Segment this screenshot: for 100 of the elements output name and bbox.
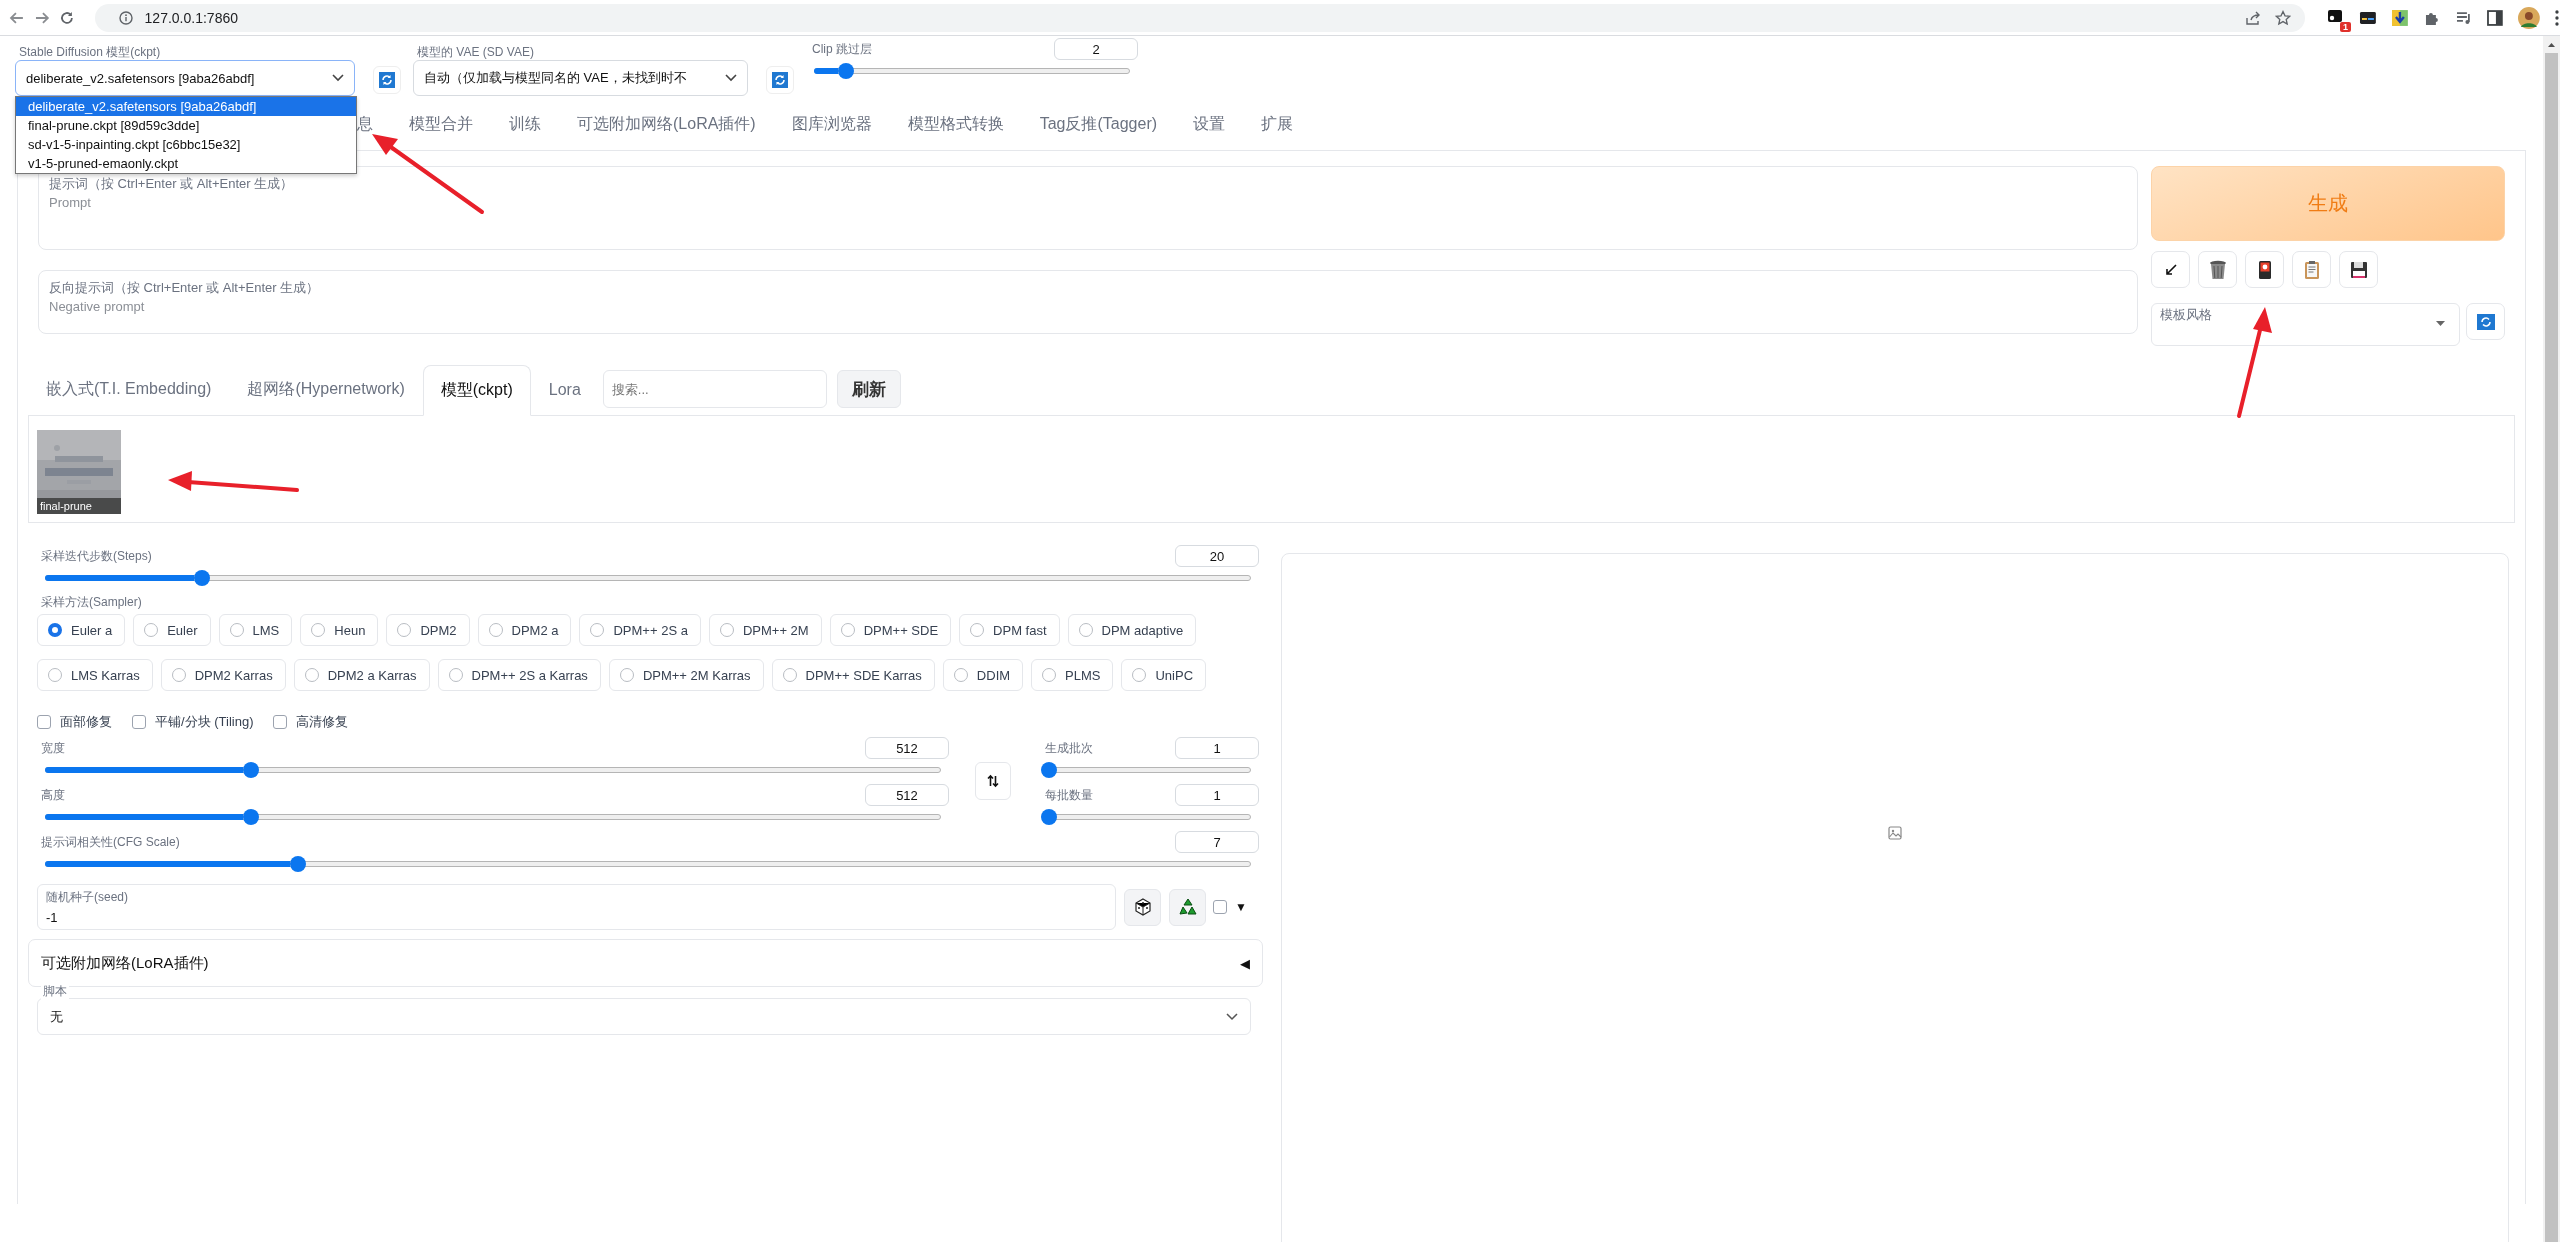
number-input[interactable]: 20 [1175, 545, 1259, 567]
radio-button[interactable] [590, 623, 605, 637]
model-card[interactable]: final-prune [37, 430, 121, 514]
tab[interactable]: 设置 [1175, 104, 1244, 144]
radio-option[interactable]: UniPC [1121, 659, 1207, 691]
number-input[interactable]: 7 [1175, 831, 1259, 853]
radio-button[interactable] [171, 668, 186, 682]
swap-button[interactable] [975, 762, 1011, 800]
radio-option[interactable]: DPM2 a [477, 614, 572, 646]
radio-option[interactable]: Heun [300, 614, 379, 646]
expand-toggle[interactable]: ▼ [1235, 900, 1247, 914]
radio-option[interactable]: Euler a [37, 614, 126, 646]
star-icon[interactable] [2275, 9, 2292, 26]
prompt-input[interactable]: Prompt [49, 193, 2127, 215]
radio-option[interactable]: DPM++ 2S a [579, 614, 701, 646]
reuse-seed-button[interactable] [1169, 888, 1206, 926]
slider-thumb[interactable] [1041, 809, 1057, 825]
radio-option[interactable]: DPM++ SDE Karras [771, 659, 935, 691]
radio-option[interactable]: LMS [218, 614, 293, 646]
tab[interactable]: 扩展 [1243, 104, 1312, 144]
radio-button[interactable] [311, 623, 326, 637]
script-dropdown[interactable]: 无 [37, 998, 1251, 1035]
slider-thumb[interactable] [243, 809, 260, 825]
slider-thumb[interactable] [837, 63, 854, 79]
radio-option[interactable]: LMS Karras [37, 659, 153, 691]
radio-option[interactable]: DPM++ 2S a Karras [437, 659, 601, 691]
tab[interactable]: 模型合并 [391, 104, 491, 144]
tool-button[interactable] [2339, 251, 2378, 288]
refresh-button[interactable] [2466, 303, 2505, 340]
download-icon[interactable] [2390, 8, 2409, 27]
radio-option[interactable]: DPM++ SDE [829, 614, 952, 646]
number-input[interactable]: 2 [1054, 38, 1138, 60]
tab[interactable]: 可选附加网络(LoRA插件) [559, 104, 774, 144]
tab[interactable]: 模型格式转换 [889, 104, 1022, 144]
refresh-button[interactable]: 刷新 [836, 370, 901, 408]
radio-button[interactable] [953, 668, 968, 682]
negative-prompt-input[interactable]: Negative prompt [49, 297, 2127, 319]
radio-button[interactable] [48, 668, 62, 682]
radio-button[interactable] [782, 668, 797, 682]
radio-option[interactable]: DPM fast [959, 614, 1060, 646]
radio-button[interactable] [304, 668, 319, 682]
radio-button[interactable] [1132, 668, 1147, 682]
radio-button[interactable] [448, 668, 463, 682]
seed-field[interactable]: 随机种子(seed) -1 [37, 884, 1116, 930]
slider-thumb[interactable] [193, 570, 210, 586]
radio-button[interactable] [229, 623, 244, 637]
checkbox[interactable] [37, 715, 51, 729]
radio-option[interactable]: DPM adaptive [1067, 614, 1197, 646]
radio-button[interactable] [970, 623, 985, 637]
tab[interactable]: 嵌入式(T.I. Embedding) [28, 364, 230, 415]
checkbox[interactable] [273, 715, 288, 729]
tab[interactable]: Lora [530, 364, 599, 415]
scrollbar[interactable] [2543, 36, 2560, 1242]
checkbox[interactable] [132, 715, 146, 729]
radio-option[interactable]: DPM++ 2M [708, 614, 822, 646]
avatar-icon[interactable] [2518, 6, 2541, 29]
tab[interactable]: 模型(ckpt) [422, 365, 531, 416]
radio-option[interactable]: PLMS [1031, 659, 1114, 691]
number-input[interactable]: 1 [1175, 784, 1259, 806]
address-bar[interactable]: 127.0.0.1:7860 [94, 3, 2306, 32]
radio-button[interactable] [1042, 668, 1057, 682]
radio-option[interactable]: Euler [133, 614, 211, 646]
tab[interactable]: Tag反推(Tagger) [1021, 104, 1176, 144]
radio-button[interactable] [48, 623, 62, 637]
share-icon[interactable] [2245, 9, 2262, 26]
checkbox[interactable] [1213, 900, 1227, 914]
number-input[interactable]: 512 [865, 784, 949, 806]
tab[interactable]: 超网络(Hypernetwork) [229, 364, 423, 415]
radio-option[interactable]: DPM2 Karras [160, 659, 286, 691]
refresh-button[interactable] [373, 66, 401, 94]
radio-button[interactable] [619, 668, 634, 682]
slider-thumb[interactable] [1041, 762, 1057, 778]
tab[interactable]: 图库浏览器 [773, 104, 890, 144]
forward-icon[interactable] [33, 9, 50, 26]
radio-option[interactable]: DPM2 a Karras [293, 659, 430, 691]
tool-button[interactable] [2245, 251, 2284, 288]
tab[interactable]: 训练 [491, 104, 559, 144]
slider-thumb[interactable] [290, 856, 307, 872]
search-field[interactable]: 搜索... [602, 370, 827, 408]
number-input[interactable]: 512 [865, 737, 949, 759]
radio-button[interactable] [840, 623, 855, 637]
model-dropdown[interactable]: deliberate_v2.safetensors [9aba26abdf] [15, 60, 355, 96]
radio-option[interactable]: DPM2 [386, 614, 470, 646]
refresh-button[interactable] [766, 66, 794, 94]
number-input[interactable]: 1 [1175, 737, 1259, 759]
radio-button[interactable] [719, 623, 734, 637]
negative-prompt-field[interactable]: 反向提示词（按 Ctrl+Enter 或 Alt+Enter 生成） Negative prompt [38, 270, 2138, 334]
random-seed-button[interactable] [1124, 888, 1161, 926]
radio-button[interactable] [144, 623, 159, 637]
radio-option[interactable]: DPM++ 2M Karras [608, 659, 764, 691]
radio-button[interactable] [1078, 623, 1093, 637]
tool-button[interactable] [2198, 251, 2237, 288]
slider-thumb[interactable] [243, 762, 260, 778]
radio-button[interactable] [488, 623, 503, 637]
radio-option[interactable]: DDIM [942, 659, 1024, 691]
radio-button[interactable] [397, 623, 412, 637]
side-panel-icon[interactable] [2486, 8, 2505, 27]
reload-icon[interactable] [58, 9, 75, 26]
dropdown-option[interactable]: deliberate_v2.safetensors [9aba26abdf] [16, 97, 356, 116]
vae-dropdown[interactable]: 自动（仅加载与模型同名的 VAE，未找到时不 [413, 60, 748, 96]
